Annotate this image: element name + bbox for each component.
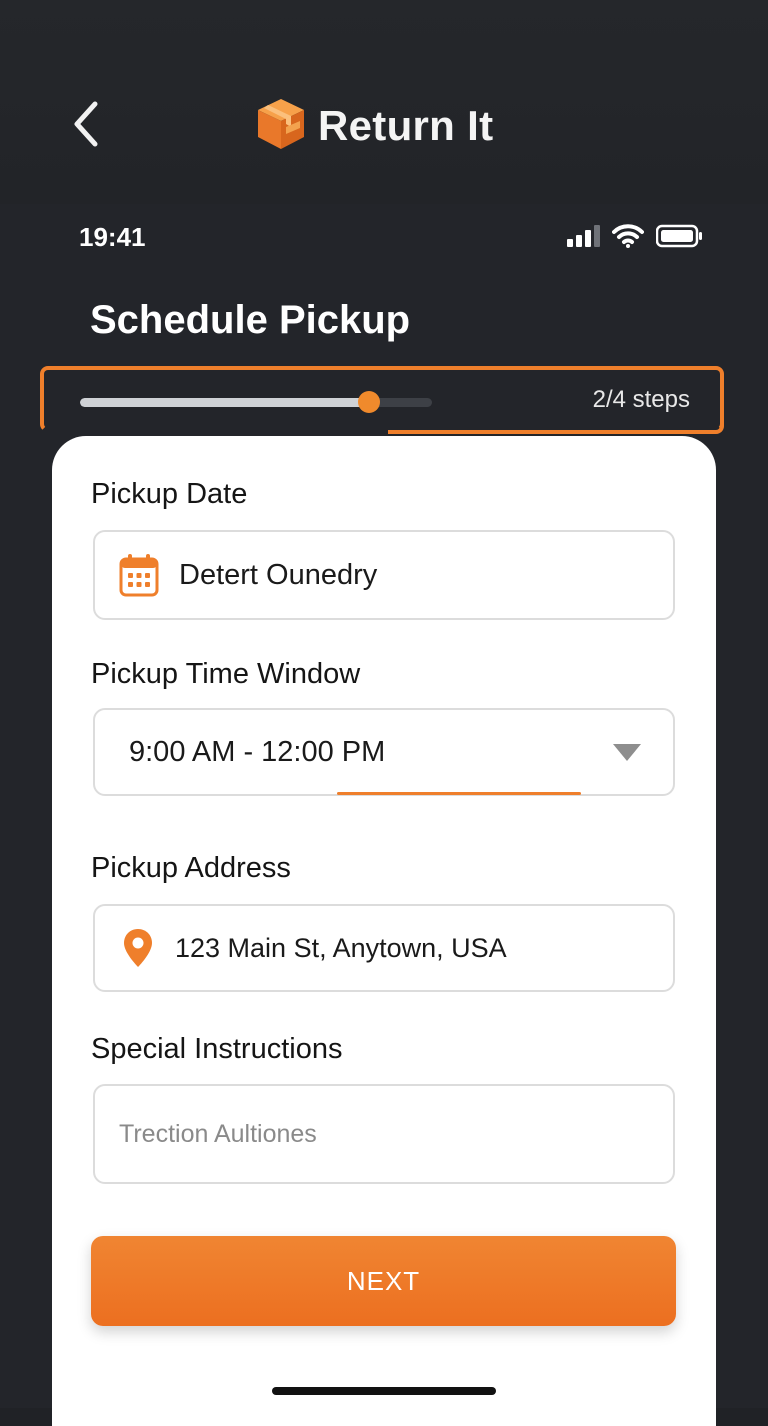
time-window-value: 9:00 AM - 12:00 PM — [129, 735, 386, 768]
status-time: 19:41 — [79, 222, 146, 252]
back-button[interactable] — [62, 98, 110, 154]
pickup-address-value: 123 Main St, Anytown, USA — [175, 932, 507, 963]
special-instructions-input[interactable]: Trection Aultiones — [93, 1084, 675, 1184]
progress-callout-underline — [388, 424, 724, 434]
next-button[interactable]: NEXT — [91, 1236, 676, 1326]
chevron-left-icon — [71, 100, 101, 153]
time-window-underline — [337, 792, 581, 795]
time-window-select[interactable]: 9:00 AM - 12:00 PM — [93, 708, 675, 796]
home-indicator — [272, 1387, 496, 1395]
page-title: Schedule Pickup — [90, 298, 411, 342]
battery-icon — [655, 224, 704, 253]
app-title: Return It — [318, 102, 494, 149]
cellular-signal-icon — [566, 225, 600, 252]
special-instructions-label: Special Instructions — [91, 1033, 343, 1065]
pickup-date-value: Detert Ounedry — [179, 558, 378, 591]
calendar-icon — [119, 553, 159, 597]
app-header: Return It — [0, 0, 768, 204]
progress-thumb — [357, 391, 380, 413]
location-pin-icon — [123, 928, 153, 968]
pickup-date-field[interactable]: Detert Ounedry — [93, 530, 675, 620]
wifi-icon — [612, 224, 644, 253]
progress-steps-text: 2/4 steps — [592, 386, 690, 413]
time-window-label: Pickup Time Window — [91, 658, 361, 690]
pickup-address-field[interactable]: 123 Main St, Anytown, USA — [93, 904, 675, 992]
package-box-icon — [256, 97, 306, 156]
pickup-address-label: Pickup Address — [91, 852, 291, 884]
progress-fill — [80, 398, 369, 407]
brand: Return It — [256, 96, 493, 156]
dropdown-triangle-icon — [613, 744, 641, 767]
special-instructions-placeholder: Trection Aultiones — [119, 1119, 317, 1148]
status-icons — [566, 224, 704, 253]
pickup-date-label: Pickup Date — [91, 478, 248, 510]
